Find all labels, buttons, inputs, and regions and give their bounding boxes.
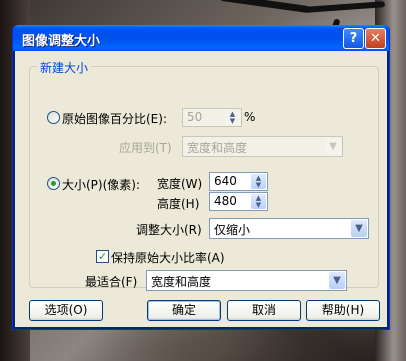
title-bar[interactable]: 图像调整大小 ? ✕ [13,25,389,51]
percent-label: 原始图像百分比(E): [62,112,167,126]
keep-ratio-label: 保持原始大小比率(A) [111,251,225,265]
percent-value: 50 [187,110,203,124]
help-title-button[interactable]: ? [343,28,364,49]
spin-down-icon: ▼ [229,117,236,125]
percent-spin-arrows[interactable]: ▲ ▼ [225,110,240,125]
size-radio[interactable] [47,177,60,190]
resize-select[interactable]: 仅缩小 ▼ [209,218,369,239]
resize-dialog: 图像调整大小 ? ✕ 新建大小 原始图像百分比(E): 50 ▲ ▼ % 应用到… [12,25,390,330]
size-label: 大小(P)(像素): [62,178,141,192]
apply-to-value: 宽度和高度 [187,141,248,155]
resize-label: 调整大小(R) [136,223,202,237]
chevron-down-icon: ▼ [329,272,345,289]
resize-value: 仅缩小 [214,223,251,237]
height-stepper[interactable]: 480 ▲ ▼ [209,192,268,211]
new-size-group-label: 新建大小 [37,59,92,76]
close-button[interactable]: ✕ [365,28,386,49]
best-fit-value: 宽度和高度 [151,275,212,289]
best-fit-label: 最适合(F) [85,275,138,289]
options-button[interactable]: 选项(O) [29,300,103,321]
width-spin-arrows[interactable]: ▲ ▼ [251,174,266,189]
help-button[interactable]: 帮助(H) [306,300,380,321]
spin-down-icon: ▼ [255,181,262,189]
cancel-button[interactable]: 取消 [227,300,301,321]
percent-radio[interactable] [47,111,60,124]
height-label: 高度(H) [157,197,200,211]
radio-selected-dot [51,181,56,186]
percent-stepper[interactable]: 50 ▲ ▼ [182,108,242,127]
keep-ratio-checkbox[interactable]: ✓ [96,250,109,263]
dialog-title: 图像调整大小 [22,34,101,49]
apply-to-select[interactable]: 宽度和高度 ▼ [182,136,343,157]
spin-down-icon: ▼ [255,201,262,209]
height-value: 480 [214,194,237,208]
height-spin-arrows[interactable]: ▲ ▼ [251,194,266,209]
apply-to-label: 应用到(T) [119,141,172,155]
chevron-down-icon: ▼ [351,220,367,237]
best-fit-select[interactable]: 宽度和高度 ▼ [146,270,347,291]
chevron-down-icon: ▼ [325,138,341,155]
ok-button[interactable]: 确定 [147,300,221,321]
width-stepper[interactable]: 640 ▲ ▼ [209,172,268,191]
dialog-body: 新建大小 原始图像百分比(E): 50 ▲ ▼ % 应用到(T) 宽度和高度 ▼… [16,51,386,326]
width-label: 宽度(W) [157,177,203,191]
width-value: 640 [214,174,237,188]
percent-unit: % [244,110,256,124]
